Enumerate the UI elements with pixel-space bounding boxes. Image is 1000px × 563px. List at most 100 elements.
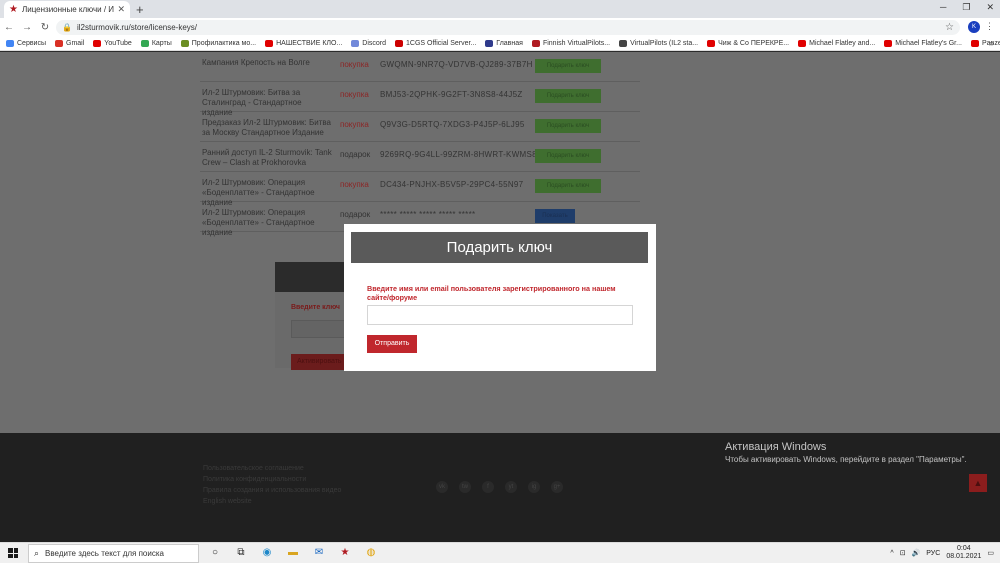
bookmarks-bar: Сервисы Gmail YouTube Карты Профилактика мо.… — [0, 37, 1000, 51]
activation-title: Активация Windows — [725, 441, 827, 453]
bookmark-item[interactable]: Главная — [485, 40, 523, 47]
bookmark-item[interactable]: Discord — [351, 40, 386, 47]
gift-key-button[interactable]: Подарить ключ — [535, 59, 601, 73]
edge-icon[interactable]: ◉ — [260, 546, 274, 560]
bookmark-item[interactable]: VirtualPilots (IL2 sta... — [619, 40, 698, 47]
bookmark-favicon-icon — [970, 40, 979, 47]
bookmark-label: Карты — [151, 40, 172, 47]
lock-icon: 🔒 — [62, 23, 72, 32]
language-indicator[interactable]: РУС — [926, 550, 940, 557]
license-key-code: BMJ53-2QPHK-9G2FT-3N8S8-44J5Z — [380, 90, 523, 99]
footer-links: Пользовательское соглашение Политика конф… — [203, 463, 341, 507]
social-gplus-icon[interactable]: g+ — [551, 481, 563, 493]
footer-link[interactable]: Политика конфиденциальности — [203, 474, 341, 485]
license-keys-table: Кампания Крепость на Волге покупка GWQMN-9… — [200, 52, 640, 237]
close-tab-icon[interactable]: ✕ — [117, 4, 125, 15]
bookmark-label: Чиж & Co ПЕРЕКРЕ... — [718, 40, 790, 47]
bookmark-label: Профилактика мо... — [191, 40, 257, 47]
footer-link[interactable]: Пользовательское соглашение — [203, 463, 341, 474]
bookmark-item[interactable]: Panzerlied - [Battle... — [970, 40, 1000, 47]
gift-key-button[interactable]: Показать — [535, 209, 575, 223]
bookmark-item[interactable]: Michael Flatley's Gr... — [884, 40, 962, 47]
gift-key-button[interactable]: Подарить ключ — [535, 119, 601, 133]
social-ig-icon[interactable]: ig — [528, 481, 540, 493]
gift-key-button[interactable]: Подарить ключ — [535, 89, 601, 103]
volume-icon[interactable]: 🔊 — [912, 549, 921, 557]
reload-icon[interactable]: ↻ — [36, 22, 54, 33]
taskbar-search[interactable]: ⌕ Введите здесь текст для поиска — [28, 544, 199, 563]
social-tw-icon[interactable]: tw — [459, 481, 471, 493]
bookmark-item[interactable]: YouTube — [93, 40, 132, 47]
bookmark-item[interactable]: Gmail — [55, 40, 84, 47]
license-key-code: GWQMN-9NR7Q-VD7VB-QJ289-37B7H — [380, 60, 533, 69]
activate-button[interactable]: Активировать — [291, 354, 351, 370]
windows-start-icon[interactable] — [8, 548, 18, 558]
activate-key-label: Введите ключ — [291, 304, 340, 311]
maximize-icon[interactable]: ❐ — [962, 2, 970, 13]
license-key-code: 9269RQ-9G4LL-99ZRM-8HWRT-KWMS8 — [380, 150, 537, 159]
bookmark-item[interactable]: Finnish VirtualPilots... — [531, 40, 610, 47]
mail-icon[interactable]: ✉ — [312, 546, 326, 560]
product-name: Кампания Крепость на Волге — [202, 58, 310, 67]
new-tab-icon[interactable]: + — [136, 2, 144, 17]
bookmark-favicon-icon — [707, 40, 716, 47]
bookmark-favicon-icon — [265, 40, 274, 47]
bookmark-favicon-icon — [395, 40, 403, 47]
bookmark-item[interactable]: Чиж & Co ПЕРЕКРЕ... — [707, 40, 789, 47]
license-key-code: DC434-PNJHX-B5V5P-29PC4-55N97 — [380, 180, 524, 189]
key-row: Ил-2 Штурмовик: Операция «Боденплатте» -… — [200, 172, 640, 207]
windows-taskbar: ⌕ Введите здесь текст для поиска ○ ⧉ ◉ ▬… — [0, 542, 1000, 563]
address-toolbar: ← → ↻ 🔒 il2sturmovik.ru/store/license-ke… — [0, 18, 1000, 37]
bookmark-item[interactable]: Карты — [140, 40, 172, 47]
bookmark-favicon-icon — [531, 40, 540, 47]
social-f-icon[interactable]: f — [482, 481, 494, 493]
key-type: подарок — [340, 210, 371, 219]
social-vk-icon[interactable]: vk — [436, 481, 448, 493]
footer-link[interactable]: English website — [203, 496, 341, 507]
bookmark-label: Главная — [496, 40, 523, 47]
close-window-icon[interactable]: ✕ — [986, 2, 994, 13]
bookmarks-overflow-icon[interactable]: » — [989, 38, 994, 48]
chrome-icon[interactable]: ◍ — [364, 546, 378, 560]
send-button[interactable]: Отправить — [367, 335, 417, 353]
social-yt-icon[interactable]: yt — [505, 481, 517, 493]
footer-link[interactable]: Правила создания и использования видео — [203, 485, 341, 496]
scroll-to-top-button[interactable]: ▲ — [969, 474, 987, 492]
bookmark-item[interactable]: Michael Flatley and... — [798, 40, 875, 47]
il2-game-icon[interactable]: ★ — [338, 546, 352, 560]
recipient-label: Введите имя или email пользователя зарег… — [367, 284, 616, 302]
minimize-icon[interactable]: ─ — [940, 2, 946, 13]
key-row: Предзаказ Ил-2 Штурмовик: Битва за Москв… — [200, 112, 640, 142]
bookmark-item[interactable]: НАШЕСТВИЕ КЛО... — [265, 40, 342, 47]
bookmark-label: Сервисы — [17, 40, 47, 47]
bookmark-favicon-icon — [798, 40, 807, 47]
site-favicon-icon: ★ — [9, 4, 18, 15]
browser-menu-icon[interactable]: ⋮ — [985, 21, 994, 32]
tray-overflow-icon[interactable]: ^ — [890, 550, 893, 557]
profile-avatar[interactable]: K — [968, 21, 980, 33]
network-icon[interactable]: ⊡ — [900, 549, 906, 557]
bookmark-item[interactable]: Профилактика мо... — [180, 40, 257, 47]
clock-date: 08.01.2021 — [946, 553, 982, 560]
recipient-input[interactable] — [367, 305, 633, 325]
clock[interactable]: 0:04 08.01.2021 — [946, 545, 981, 561]
notifications-icon[interactable]: ▭ — [987, 549, 994, 557]
back-icon[interactable]: ← — [0, 22, 18, 33]
bookmark-item[interactable]: Сервисы — [6, 40, 46, 47]
bookmark-favicon-icon — [55, 40, 64, 47]
bookmark-label: 1CGS Official Server... — [406, 40, 477, 47]
gift-key-button[interactable]: Подарить ключ — [535, 149, 601, 163]
clock-time: 0:04 — [957, 545, 971, 552]
product-name: Предзаказ Ил-2 Штурмовик: Битва за Москв… — [202, 118, 331, 137]
omnibox[interactable]: 🔒 il2sturmovik.ru/store/license-keys/ ☆ — [56, 20, 960, 35]
cortana-icon[interactable]: ○ — [208, 546, 222, 560]
file-explorer-icon[interactable]: ▬ — [286, 546, 300, 560]
key-type: покупка — [340, 60, 369, 69]
browser-tab[interactable]: ★ Лицензионные ключи / Ил-2 Ш... ✕ — [4, 1, 130, 18]
bookmark-star-icon[interactable]: ☆ — [945, 22, 954, 33]
bookmark-item[interactable]: 1CGS Official Server... — [395, 40, 476, 47]
forward-icon[interactable]: → — [18, 22, 36, 33]
gift-key-button[interactable]: Подарить ключ — [535, 179, 601, 193]
browser-tab-strip: ★ Лицензионные ключи / Ил-2 Ш... ✕ + ─ ❐… — [0, 0, 1000, 18]
task-view-icon[interactable]: ⧉ — [234, 546, 248, 560]
